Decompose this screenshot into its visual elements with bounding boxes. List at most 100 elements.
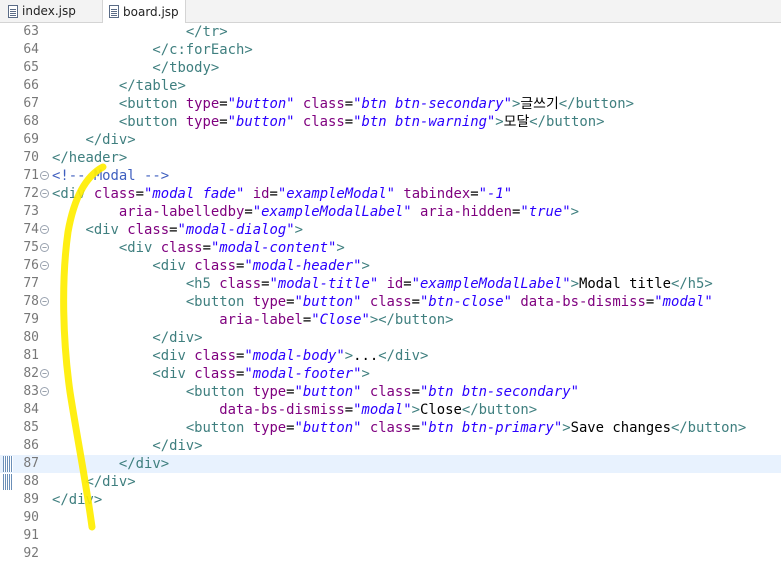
code-text: </c:forEach> xyxy=(52,41,252,59)
code-token: class xyxy=(302,114,345,130)
code-line[interactable]: 65 </tbody> xyxy=(0,59,781,77)
code-line[interactable]: 71− <!-- Modal --> xyxy=(0,167,781,185)
code-line[interactable]: 68 <button type="button" class="btn btn-… xyxy=(0,113,781,131)
code-text: </div> xyxy=(52,455,169,473)
code-line[interactable]: 80 </div> xyxy=(0,329,781,347)
tab-label: index.jsp xyxy=(22,4,76,18)
line-number: 76 xyxy=(23,258,39,273)
code-line[interactable]: 72− <div class="modal fade" id="exampleMo… xyxy=(0,185,781,203)
code-line[interactable]: 66 </table> xyxy=(0,77,781,95)
fold-toggle-icon[interactable]: − xyxy=(40,225,49,234)
code-line[interactable]: 69 </div> xyxy=(0,131,781,149)
code-line[interactable]: 77 <h5 class="modal-title" id="exampleMo… xyxy=(0,275,781,293)
line-number: 63 xyxy=(23,24,39,39)
code-token: class xyxy=(194,348,237,364)
code-token: = xyxy=(411,384,421,400)
code-line[interactable]: 86 </div> xyxy=(0,437,781,455)
code-token: "modal" xyxy=(654,294,713,310)
code-token: "button" xyxy=(227,114,295,130)
code-text: <div class="modal-footer"> xyxy=(52,365,370,383)
code-line[interactable]: 75− <div class="modal-content"> xyxy=(0,239,781,257)
code-token: <div xyxy=(152,348,195,364)
code-token: Save changes xyxy=(570,420,671,436)
code-line[interactable]: 87 </div> xyxy=(0,455,781,473)
line-number: 65 xyxy=(23,60,39,75)
code-line[interactable]: 63 </tr> xyxy=(0,23,781,41)
code-token: </div> xyxy=(378,348,429,364)
code-line[interactable]: 67 <button type="button" class="btn btn-… xyxy=(0,95,781,113)
code-token: <div xyxy=(152,366,195,382)
tab-index-jsp[interactable]: index.jsp xyxy=(2,0,98,22)
code-token: = xyxy=(202,240,211,256)
code-token: "modal-content" xyxy=(210,240,337,256)
code-text: </tbody> xyxy=(52,59,219,77)
code-token: data-bs-dismiss xyxy=(520,294,646,310)
line-number: 73 xyxy=(23,204,39,219)
code-token: type xyxy=(252,420,287,436)
code-token: Close xyxy=(420,402,462,418)
code-token: </header> xyxy=(52,150,128,166)
code-line[interactable]: 76− <div class="modal-header"> xyxy=(0,257,781,275)
fold-toggle-icon[interactable]: − xyxy=(40,243,49,252)
code-token: </div> xyxy=(85,474,136,490)
fold-toggle-icon[interactable]: − xyxy=(40,297,49,306)
line-number: 71 xyxy=(23,168,39,183)
code-text: </table> xyxy=(52,77,186,95)
code-token: "modal fade" xyxy=(144,186,245,202)
code-token: Modal title xyxy=(578,276,671,292)
code-token: </button> xyxy=(670,420,747,436)
code-line[interactable]: 74− <div class="modal-dialog"> xyxy=(0,221,781,239)
code-token: "button" xyxy=(294,294,362,310)
fold-toggle-icon[interactable]: − xyxy=(40,369,49,378)
code-token: aria-label xyxy=(219,312,303,328)
code-token: </tr> xyxy=(185,24,228,40)
code-token: = xyxy=(135,186,145,202)
fold-toggle-icon[interactable]: − xyxy=(40,387,49,396)
code-line[interactable]: 73 aria-labelledby="exampleModalLabel" a… xyxy=(0,203,781,221)
code-token: "-1" xyxy=(478,186,513,202)
code-token: = xyxy=(269,186,278,202)
code-line[interactable]: 82− <div class="modal-footer"> xyxy=(0,365,781,383)
fold-toggle-icon[interactable]: − xyxy=(40,189,49,198)
code-token: </div> xyxy=(152,330,203,346)
code-line[interactable]: 64 </c:forEach> xyxy=(0,41,781,59)
code-token: = xyxy=(344,96,354,112)
line-number: 75 xyxy=(23,240,39,255)
code-token: <h5 xyxy=(185,276,220,292)
code-token: > xyxy=(570,276,579,292)
code-line[interactable]: 90 xyxy=(0,509,781,527)
code-line[interactable]: 84 data-bs-dismiss="modal">Close</button… xyxy=(0,401,781,419)
code-token: "button" xyxy=(294,420,362,436)
code-line[interactable]: 89 </div> xyxy=(0,491,781,509)
fold-toggle-icon[interactable]: − xyxy=(40,171,49,180)
code-token: = xyxy=(344,114,354,130)
code-token: = xyxy=(403,276,412,292)
code-line[interactable]: 79 aria-label="Close"></button> xyxy=(0,311,781,329)
code-line[interactable]: 81 <div class="modal-body">...</div> xyxy=(0,347,781,365)
code-token: </div> xyxy=(85,132,136,148)
code-text: </div> xyxy=(52,131,136,149)
code-token: type xyxy=(185,96,220,112)
code-token: = xyxy=(286,384,295,400)
code-line[interactable]: 92 xyxy=(0,545,781,563)
code-token: </button> xyxy=(461,402,538,418)
code-token: > xyxy=(344,348,354,364)
tab-board-jsp[interactable]: board.jsp xyxy=(102,0,186,23)
code-line[interactable]: 70 </header> xyxy=(0,149,781,167)
code-line[interactable]: 78− <button type="button" class="btn-clo… xyxy=(0,293,781,311)
code-editor[interactable]: 63 </tr> 64 </c:forEach> 65 </tbody> 66 </t… xyxy=(0,23,781,562)
code-line[interactable]: 91 xyxy=(0,527,781,545)
code-line[interactable]: 85 <button type="button" class="btn btn-… xyxy=(0,419,781,437)
code-line[interactable]: 83− <button type="button" class="btn btn… xyxy=(0,383,781,401)
code-token: > xyxy=(361,258,370,274)
line-number: 80 xyxy=(23,330,39,345)
code-line[interactable]: 88 </div> xyxy=(0,473,781,491)
code-token: = xyxy=(286,420,295,436)
code-token: "btn-close" xyxy=(420,294,513,310)
code-token: "exampleModalLabel" xyxy=(411,276,571,292)
code-token: class xyxy=(302,96,345,112)
line-number: 64 xyxy=(23,42,39,57)
code-token: > xyxy=(570,204,579,220)
fold-toggle-icon[interactable]: − xyxy=(40,261,49,270)
line-number: 68 xyxy=(23,114,39,129)
